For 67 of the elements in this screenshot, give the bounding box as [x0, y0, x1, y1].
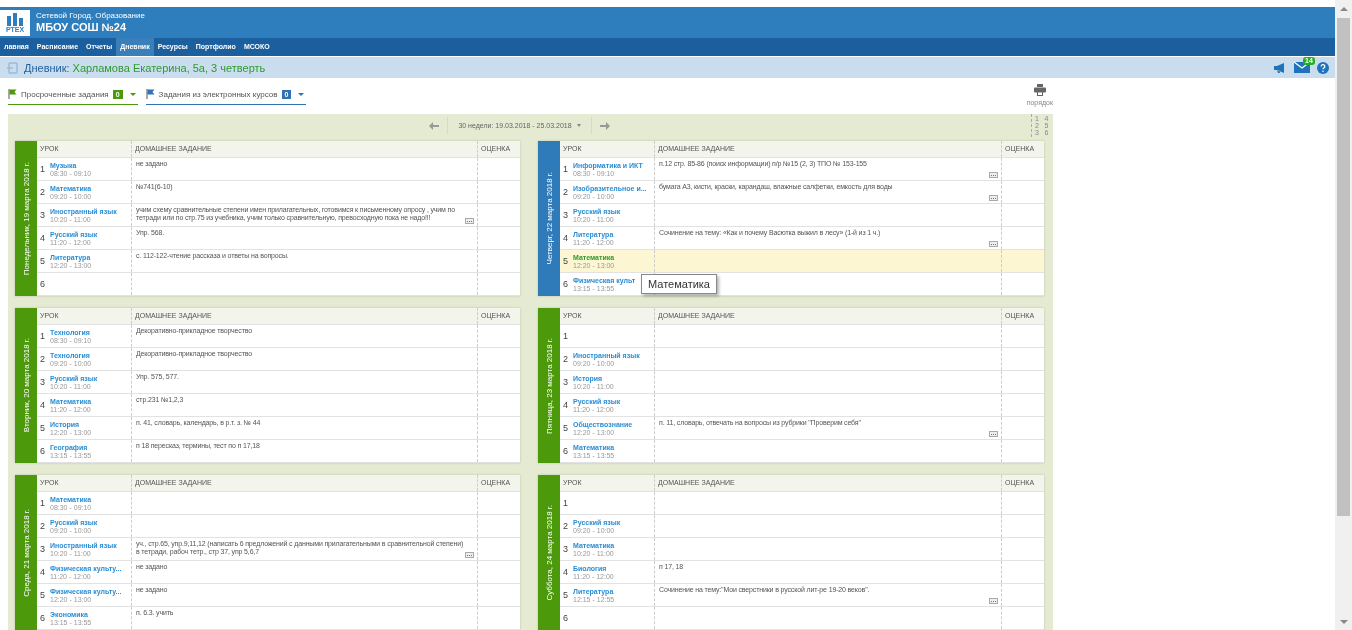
day-header: Суббота, 24 марта 2018 г. [538, 475, 560, 630]
day-header: Понедельник, 19 марта 2018 г. [15, 141, 37, 296]
lesson-number: 5 [40, 423, 45, 433]
lesson-number: 4 [563, 233, 568, 243]
comment-icon[interactable] [989, 598, 998, 604]
comment-icon[interactable] [989, 172, 998, 178]
lesson-number: 6 [40, 279, 45, 289]
lesson-number: 3 [563, 544, 568, 554]
comment-icon[interactable] [989, 241, 998, 247]
tooltip: Математика [641, 274, 717, 294]
comment-icon[interactable] [465, 552, 474, 558]
flag-icon [8, 89, 17, 99]
scrollbar[interactable] [1335, 0, 1352, 630]
help-icon[interactable] [1317, 61, 1329, 74]
comment-icon[interactable] [465, 218, 474, 224]
lesson-number: 2 [563, 187, 568, 197]
lesson-number: 5 [40, 590, 45, 600]
lesson-number: 5 [563, 590, 568, 600]
caret-icon [129, 92, 136, 96]
comment-icon[interactable] [989, 431, 998, 437]
lesson-number: 5 [563, 423, 568, 433]
lesson-number: 1 [563, 331, 568, 341]
lesson-number: 1 [563, 498, 568, 508]
day-header: Среда, 21 марта 2018 г. [15, 475, 37, 630]
lesson-number: 5 [40, 256, 45, 266]
section-title: Дневник: [24, 61, 70, 74]
previous-week-icon[interactable] [429, 121, 440, 130]
lesson-number: 2 [563, 521, 568, 531]
lesson-number: 2 [40, 354, 45, 364]
lesson-number: 2 [40, 521, 45, 531]
lesson-number: 6 [40, 613, 45, 623]
system-name: Сетевой Город. Образование [36, 11, 145, 21]
lesson-number: 4 [40, 567, 45, 577]
lesson-number: 4 [563, 400, 568, 410]
lesson-number: 6 [563, 279, 568, 289]
printer-icon[interactable] [1033, 84, 1046, 96]
lesson-number: 4 [40, 400, 45, 410]
lesson-number: 5 [563, 256, 568, 266]
lesson-number: 2 [563, 354, 568, 364]
lesson-number: 3 [40, 377, 45, 387]
student-name: Харламова Екатерина, 5а, 3 четверть [72, 61, 266, 74]
lesson-number: 3 [563, 210, 568, 220]
lesson-number: 4 [40, 233, 45, 243]
lesson-number: 1 [40, 164, 45, 174]
bars-icon [5, 11, 25, 26]
day-header: Пятница, 23 марта 2018 г. [538, 308, 560, 463]
lesson-number: 1 [40, 331, 45, 341]
lesson-number: 6 [40, 446, 45, 456]
lesson-number: 1 [40, 498, 45, 508]
next-week-icon[interactable] [599, 121, 610, 130]
megaphone-icon[interactable] [1273, 61, 1287, 74]
lesson-number: 2 [40, 187, 45, 197]
lesson-number: 4 [563, 567, 568, 577]
lesson-number: 6 [563, 613, 568, 623]
filter-label: Задания из электронных курсов [158, 89, 278, 99]
comment-icon[interactable] [989, 195, 998, 201]
lesson-number: 3 [40, 544, 45, 554]
school-name: МБОУ СОШ №24 [36, 21, 128, 34]
lesson-number: 6 [563, 446, 568, 456]
lesson-number: 1 [563, 164, 568, 174]
filter-label: Просроченные задания [21, 89, 109, 99]
day-header: Вторник, 20 марта 2018 г. [15, 308, 37, 463]
day-header: Четверг, 22 марта 2018 г. [538, 141, 560, 296]
lesson-number: 3 [40, 210, 45, 220]
caret-icon [298, 92, 305, 96]
lesson-number: 3 [563, 377, 568, 387]
flag-icon [145, 89, 155, 99]
